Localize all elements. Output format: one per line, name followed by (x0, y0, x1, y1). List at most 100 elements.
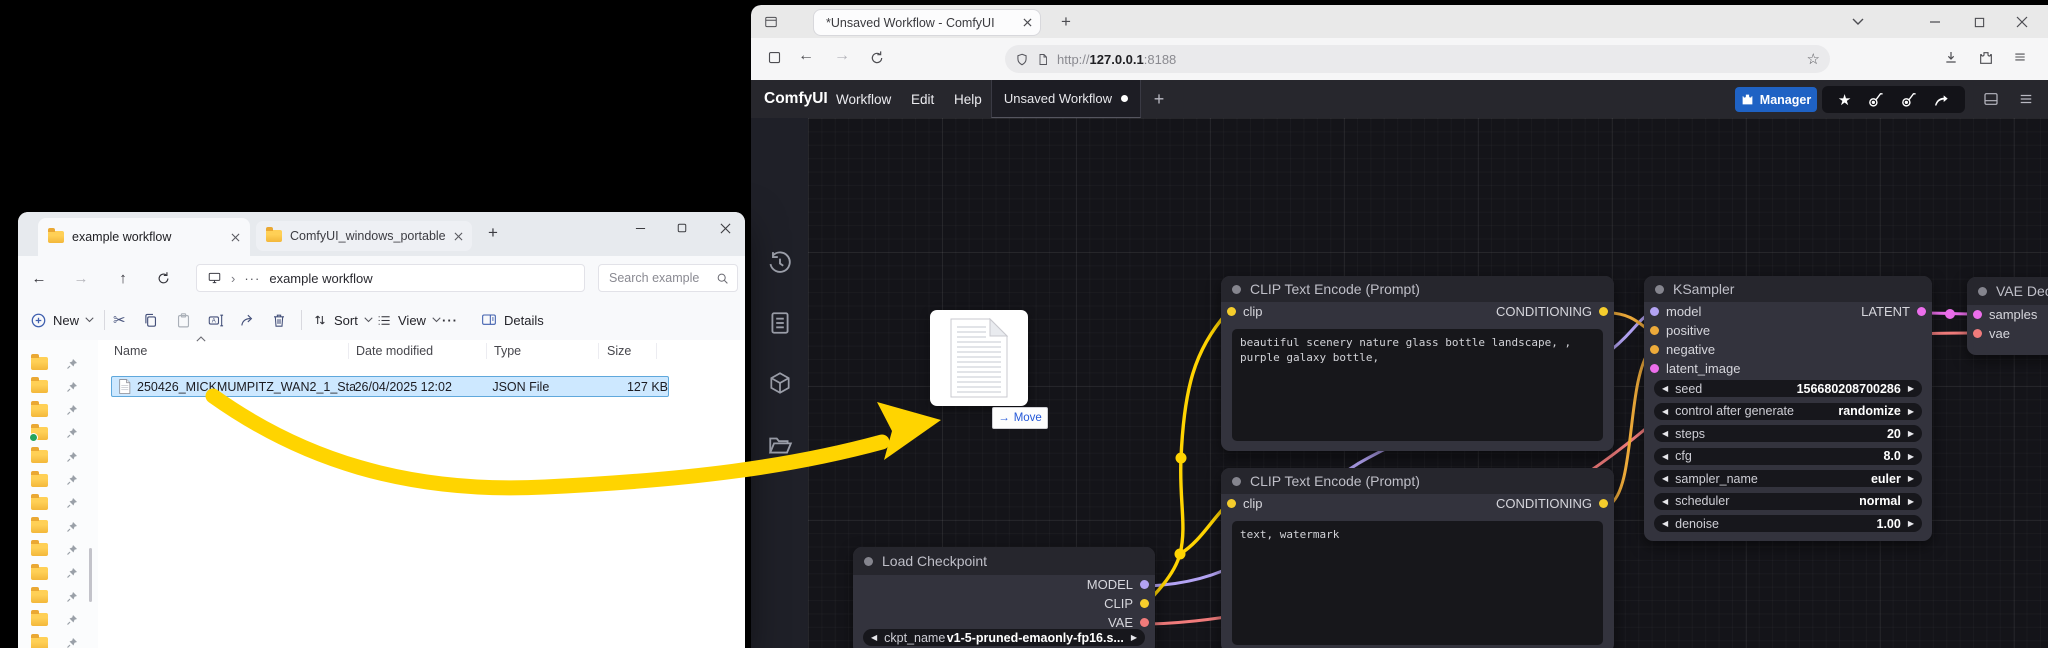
node-clip-text-encode-1[interactable]: CLIP Text Encode (Prompt) clip CONDITION… (1221, 276, 1614, 451)
browser-titlebar[interactable]: *Unsaved Workflow - ComfyUI + (751, 5, 2048, 38)
share-arrow-icon[interactable] (1933, 92, 1949, 108)
output-port-latent[interactable] (1917, 307, 1926, 316)
explorer-tab-inactive[interactable]: ComfyUI_windows_portable (256, 221, 472, 251)
new-tab-icon[interactable]: + (1057, 12, 1075, 31)
breadcrumb-current[interactable]: example workflow (269, 271, 372, 286)
file-row-selected[interactable]: 250426_MICKMUMPITZ_WAN2_1_StartFr... 26/… (111, 376, 669, 397)
decrement-arrow-icon[interactable]: ◀ (1662, 429, 1668, 438)
tab-list-chevron-icon[interactable] (1849, 15, 1867, 29)
column-header-size[interactable]: Size (607, 340, 631, 362)
decrement-arrow-icon[interactable]: ◀ (1662, 519, 1668, 528)
model-library-cube-icon[interactable] (767, 370, 793, 396)
search-box[interactable] (598, 264, 738, 292)
delete-button[interactable] (271, 300, 287, 340)
sidebar-folder-item[interactable] (18, 585, 98, 608)
manager-button[interactable]: Manager (1735, 87, 1817, 112)
input-port-positive[interactable] (1650, 326, 1659, 335)
sidebar-menu-icon[interactable] (2017, 92, 2035, 106)
new-button[interactable]: New (30, 300, 94, 340)
search-icon[interactable] (716, 272, 729, 285)
input-port-model[interactable] (1650, 307, 1659, 316)
shield-icon[interactable] (1015, 52, 1029, 67)
view-button[interactable]: View (376, 300, 441, 340)
document-icon[interactable] (1037, 52, 1049, 67)
decrement-arrow-icon[interactable]: ◀ (1662, 497, 1668, 506)
column-header-name[interactable]: Name (114, 340, 147, 362)
increment-arrow-icon[interactable]: ▶ (1908, 519, 1914, 528)
queue-history-icon[interactable] (767, 250, 793, 276)
sidebar-folder-item[interactable] (18, 608, 98, 631)
tab-close-icon[interactable] (454, 232, 463, 241)
collapse-dot-icon[interactable] (1655, 284, 1664, 294)
node-load-checkpoint[interactable]: Load Checkpoint MODEL CLIP VAE ◀ ckpt_na… (853, 547, 1155, 648)
menu-workflow[interactable]: Workflow (836, 80, 891, 118)
input-port-negative[interactable] (1650, 345, 1659, 354)
cut-button[interactable]: ✂ (113, 300, 126, 340)
input-port-clip[interactable] (1227, 499, 1236, 508)
menu-edit[interactable]: Edit (911, 80, 934, 118)
node-widget[interactable]: ◀ seed 156680208700286 ▶ (1654, 380, 1922, 397)
increment-arrow-icon[interactable]: ▶ (1908, 474, 1914, 483)
decrement-arrow-icon[interactable]: ◀ (871, 633, 877, 642)
sidebar-folder-item[interactable] (18, 422, 98, 445)
share-button[interactable] (239, 300, 256, 340)
collapse-dot-icon[interactable] (864, 556, 873, 566)
url-field[interactable]: http://127.0.0.1:8188 ☆ (1005, 45, 1830, 73)
node-header[interactable]: VAE Decode (1967, 277, 2048, 305)
increment-arrow-icon[interactable]: ▶ (1131, 633, 1137, 642)
bookmark-star-icon[interactable]: ☆ (1807, 50, 1820, 68)
output-port-conditioning[interactable] (1599, 307, 1608, 316)
tab-close-icon[interactable] (231, 233, 240, 242)
decrement-arrow-icon[interactable]: ◀ (1662, 384, 1668, 393)
vacuum-icon-2[interactable] (1900, 91, 1917, 108)
node-header[interactable]: Load Checkpoint (853, 547, 1155, 575)
increment-arrow-icon[interactable]: ▶ (1908, 452, 1914, 461)
sidebar-folder-item[interactable] (18, 399, 98, 422)
new-workflow-icon[interactable]: + (1147, 80, 1171, 118)
tab-close-icon[interactable] (1023, 18, 1032, 27)
column-header-type[interactable]: Type (494, 340, 521, 362)
decrement-arrow-icon[interactable]: ◀ (1662, 407, 1668, 416)
node-clip-text-encode-2[interactable]: CLIP Text Encode (Prompt) clip CONDITION… (1221, 468, 1614, 648)
output-port-clip[interactable] (1140, 599, 1149, 608)
rename-button[interactable]: A (207, 300, 225, 340)
back-icon[interactable]: ← (26, 266, 52, 290)
chevron-right-icon[interactable]: › (231, 271, 235, 286)
sidebar-folder-item[interactable] (18, 538, 98, 561)
maximize-icon[interactable] (667, 216, 697, 240)
browser-tab[interactable]: *Unsaved Workflow - ComfyUI (813, 9, 1041, 36)
menu-hamburger-icon[interactable] (2012, 50, 2028, 64)
prompt-textarea[interactable]: beautiful scenery nature glass bottle la… (1232, 329, 1603, 441)
breadcrumb-ellipsis[interactable]: ··· (244, 271, 260, 286)
increment-arrow-icon[interactable]: ▶ (1908, 407, 1914, 416)
sidebar-folder-item[interactable] (18, 515, 98, 538)
explorer-tab-active[interactable]: example workflow (38, 218, 250, 256)
output-port-vae[interactable] (1140, 618, 1149, 627)
input-port-clip[interactable] (1227, 307, 1236, 316)
node-widget[interactable]: ◀ sampler_name euler ▶ (1654, 470, 1922, 487)
collapse-dot-icon[interactable] (1232, 284, 1241, 294)
node-vae-decode[interactable]: VAE Decode samples vae (1967, 277, 2048, 355)
column-header-date[interactable]: Date modified (356, 340, 433, 362)
downloads-icon[interactable] (1943, 50, 1959, 66)
menu-help[interactable]: Help (954, 80, 982, 118)
input-port-vae[interactable] (1973, 329, 1982, 338)
sidebar-folder-item[interactable] (18, 375, 98, 398)
collapse-dot-icon[interactable] (1978, 286, 1987, 296)
split-window-icon[interactable] (767, 50, 782, 65)
node-widget[interactable]: ◀ steps 20 ▶ (1654, 425, 1922, 442)
input-port-samples[interactable] (1973, 310, 1982, 319)
ckpt-name-widget[interactable]: ◀ ckpt_name v1-5-pruned-emaonly-fp16.s..… (863, 629, 1145, 646)
increment-arrow-icon[interactable]: ▶ (1908, 497, 1914, 506)
increment-arrow-icon[interactable]: ▶ (1908, 429, 1914, 438)
tab-actions-icon[interactable] (761, 13, 781, 31)
sidebar-folder-item[interactable] (18, 492, 98, 515)
node-header[interactable]: CLIP Text Encode (Prompt) (1221, 468, 1614, 494)
output-port-model[interactable] (1140, 580, 1149, 589)
workflows-folder-icon[interactable] (767, 432, 793, 458)
copy-button[interactable] (142, 300, 159, 340)
sort-button[interactable]: Sort (312, 300, 373, 340)
breadcrumb-bar[interactable]: › ··· example workflow (196, 264, 585, 292)
node-widget[interactable]: ◀ scheduler normal ▶ (1654, 492, 1922, 510)
collapse-dot-icon[interactable] (1232, 476, 1241, 486)
